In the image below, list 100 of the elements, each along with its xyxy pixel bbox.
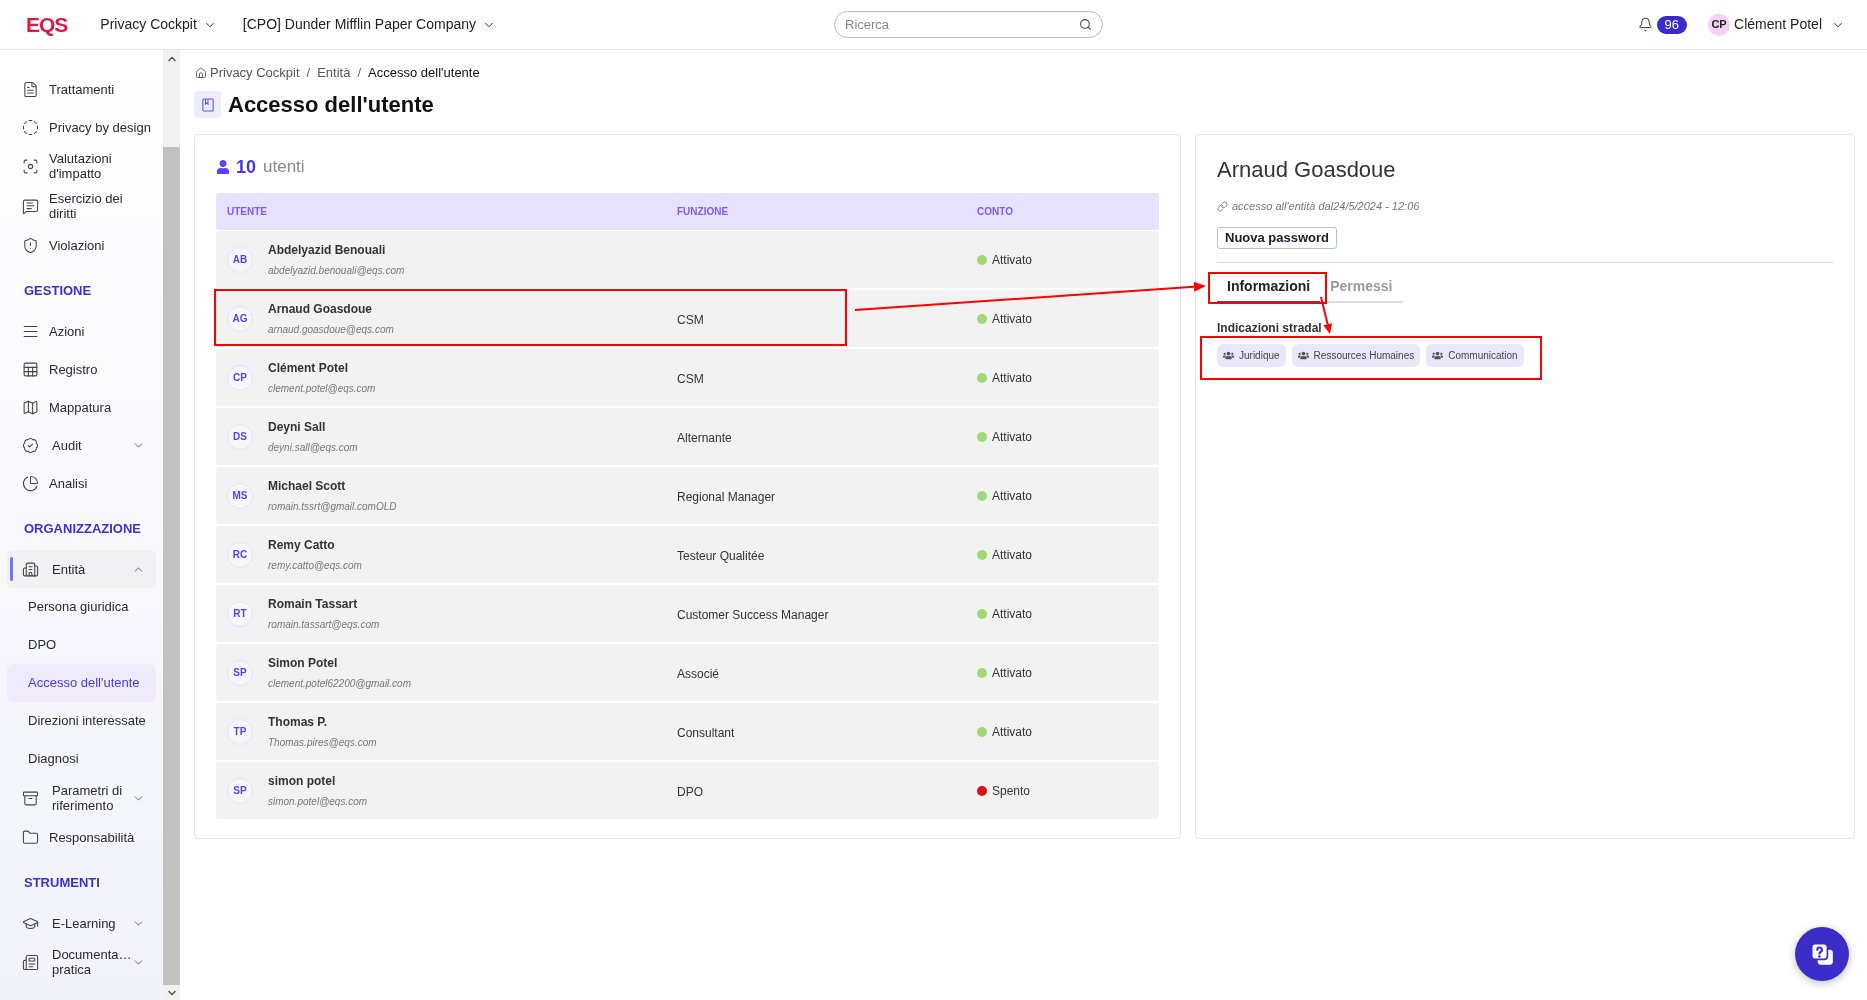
table-icon	[22, 360, 39, 378]
bell-icon[interactable]	[1637, 17, 1653, 32]
account-status: Spento	[992, 782, 1031, 800]
bookmark-icon	[194, 91, 221, 118]
sidebar-item[interactable]: Entità	[7, 550, 156, 588]
table-row[interactable]: DS Deyni Sall deyni.sall@eqs.com Alternante Attivato	[216, 408, 1159, 465]
user-name: simon potel	[268, 773, 337, 789]
annotation-arrow	[1320, 296, 1332, 334]
tag: Communication	[1426, 344, 1524, 367]
sidebar-subitem[interactable]: Direzioni interessate	[7, 702, 156, 740]
user-avatar: CP	[1708, 13, 1731, 36]
account-status: Attivato	[992, 310, 1033, 328]
new-password-button[interactable]: Nuova password	[1217, 227, 1338, 249]
sidebar-item[interactable]: Azioni	[7, 312, 156, 350]
breadcrumb-link[interactable]: Entità	[317, 65, 351, 81]
table-row[interactable]: RT Romain Tassart romain.tassart@eqs.com Customer Success Manager Attivato	[216, 585, 1159, 642]
table-row[interactable]: RC Remy Catto remy.catto@eqs.com Testeur Qualitée Attivato	[216, 526, 1159, 583]
user-email: romain.tassart@eqs.com	[268, 618, 380, 631]
user-function: Customer Success Manager	[677, 607, 829, 622]
section-label: Indicazioni stradal	[1217, 320, 1322, 336]
user-avatar: RT	[227, 600, 253, 627]
user-email: clement.potel62200@gmail.com	[268, 677, 411, 690]
sidebar-item[interactable]: Audit	[7, 426, 156, 464]
company-menu[interactable]: [CPO] Dunder Mifflin Paper Company	[242, 14, 496, 35]
sidebar-subitem[interactable]: Persona giuridica	[7, 588, 156, 626]
building-icon	[22, 560, 39, 578]
sidebar-item[interactable]: Trattamenti	[7, 70, 156, 108]
account-status: Attivato	[992, 605, 1033, 623]
tab[interactable]: Informazioni	[1217, 271, 1321, 303]
breadcrumb-separator: /	[357, 65, 362, 81]
table-row[interactable]: CP Clément Potel clement.potel@eqs.com CSM Attivato	[216, 349, 1159, 406]
sidebar-item[interactable]: Analisi	[7, 464, 156, 502]
help-button[interactable]	[1795, 927, 1849, 981]
user-email: remy.catto@eqs.com	[268, 559, 362, 572]
sidebar-item[interactable]: Esercizio dei diritti	[7, 186, 156, 226]
table-row[interactable]: SP simon potel simon.potel@eqs.com DPO Spento	[216, 762, 1159, 819]
account-status: Attivato	[992, 251, 1033, 269]
sidebar-item[interactable]: Violazioni	[7, 226, 156, 264]
user-avatar: TP	[227, 718, 253, 745]
user-icon	[216, 160, 230, 174]
column-header: FUNZIONE	[677, 205, 730, 219]
column-header: CONTO	[977, 205, 1014, 219]
user-email: deyni.sall@eqs.com	[268, 441, 358, 454]
user-email: abdelyazid.benouali@eqs.com	[268, 264, 405, 277]
map-icon	[22, 398, 39, 416]
page-title: Accesso dell'utente	[228, 91, 434, 118]
detail-name: Arnaud Goasdoue	[1217, 156, 1396, 184]
user-name: Thomas P.	[268, 714, 329, 730]
badge-check-icon	[22, 436, 39, 454]
table-row[interactable]: AB Abdelyazid Benouali abdelyazid.benouali@eqs.com Attivato	[216, 231, 1159, 288]
user-function: Regional Manager	[677, 489, 776, 504]
user-avatar: DS	[227, 423, 253, 450]
sidebar-item[interactable]: Parametri di riferimento	[7, 778, 156, 818]
user-email: clement.potel@eqs.com	[268, 382, 376, 395]
user-avatar: MS	[227, 482, 253, 509]
dashed-circle-icon	[22, 118, 39, 136]
user-avatar: AB	[227, 246, 253, 273]
user-function: DPO	[677, 784, 703, 799]
sidebar-item[interactable]: E-Learning	[7, 904, 156, 942]
sidebar-item[interactable]: Privacy by design	[7, 108, 156, 146]
sidebar-item[interactable]: Valutazioni d'impatto	[7, 146, 156, 186]
breadcrumb-separator: /	[306, 65, 311, 81]
user-function: Alternante	[677, 430, 732, 445]
search-icon[interactable]	[1079, 18, 1092, 31]
user-function: Consultant	[677, 725, 735, 740]
user-avatar: SP	[227, 777, 253, 804]
user-count: 10	[236, 155, 257, 179]
account-status: Attivato	[992, 428, 1033, 446]
user-name: Clément Potel	[268, 360, 349, 376]
sidebar-item[interactable]: Responsabilità	[7, 818, 156, 856]
account-status: Attivato	[992, 546, 1033, 564]
sidebar-item[interactable]: Documenta… pratica	[7, 942, 156, 982]
help-icon	[1809, 941, 1835, 967]
table-row[interactable]: MS Michael Scott romain.tssrt@gmail.comOLD Regional Manager Attivato	[216, 467, 1159, 524]
access-note: accesso all'entità dal24/5/2024 - 12:06	[1232, 198, 1420, 214]
column-header: UTENTE	[227, 205, 268, 219]
sidebar-subitem[interactable]: DPO	[7, 626, 156, 664]
sidebar-subitem[interactable]: Accesso dell'utente	[7, 664, 156, 702]
sidebar-item[interactable]: Registro	[7, 350, 156, 388]
user-email: Thomas.pires@eqs.com	[268, 736, 377, 749]
user-name: Romain Tassart	[268, 596, 359, 612]
user-avatar: SP	[227, 659, 253, 686]
folder-icon	[22, 828, 39, 846]
table-row[interactable]: SP Simon Potel clement.potel62200@gmail.com Associé Attivato	[216, 644, 1159, 701]
table-row[interactable]: AG Arnaud Goasdoue arnaud.goasdoue@eqs.com CSM Attivato	[216, 290, 1159, 347]
logo[interactable]: EQS	[26, 14, 68, 35]
link-icon	[1217, 200, 1228, 212]
user-function: CSM	[677, 371, 704, 386]
user-name: Remy Catto	[268, 537, 336, 553]
shield-icon	[22, 236, 39, 254]
table-row[interactable]: TP Thomas P. Thomas.pires@eqs.com Consultant Attivato	[216, 703, 1159, 760]
account-status: Attivato	[992, 369, 1033, 387]
search-field[interactable]: Ricerca	[834, 11, 1103, 38]
app-menu[interactable]: Privacy Cockpit	[100, 14, 217, 35]
user-email: simon.potel@eqs.com	[268, 795, 368, 808]
sidebar-item[interactable]: Mappatura	[7, 388, 156, 426]
user-name: Deyni Sall	[268, 419, 327, 435]
sidebar-subitem[interactable]: Diagnosi	[7, 740, 156, 778]
breadcrumb-link[interactable]: Privacy Cockpit	[195, 65, 300, 81]
user-menu[interactable]: CP Clément Potel	[1708, 13, 1845, 36]
